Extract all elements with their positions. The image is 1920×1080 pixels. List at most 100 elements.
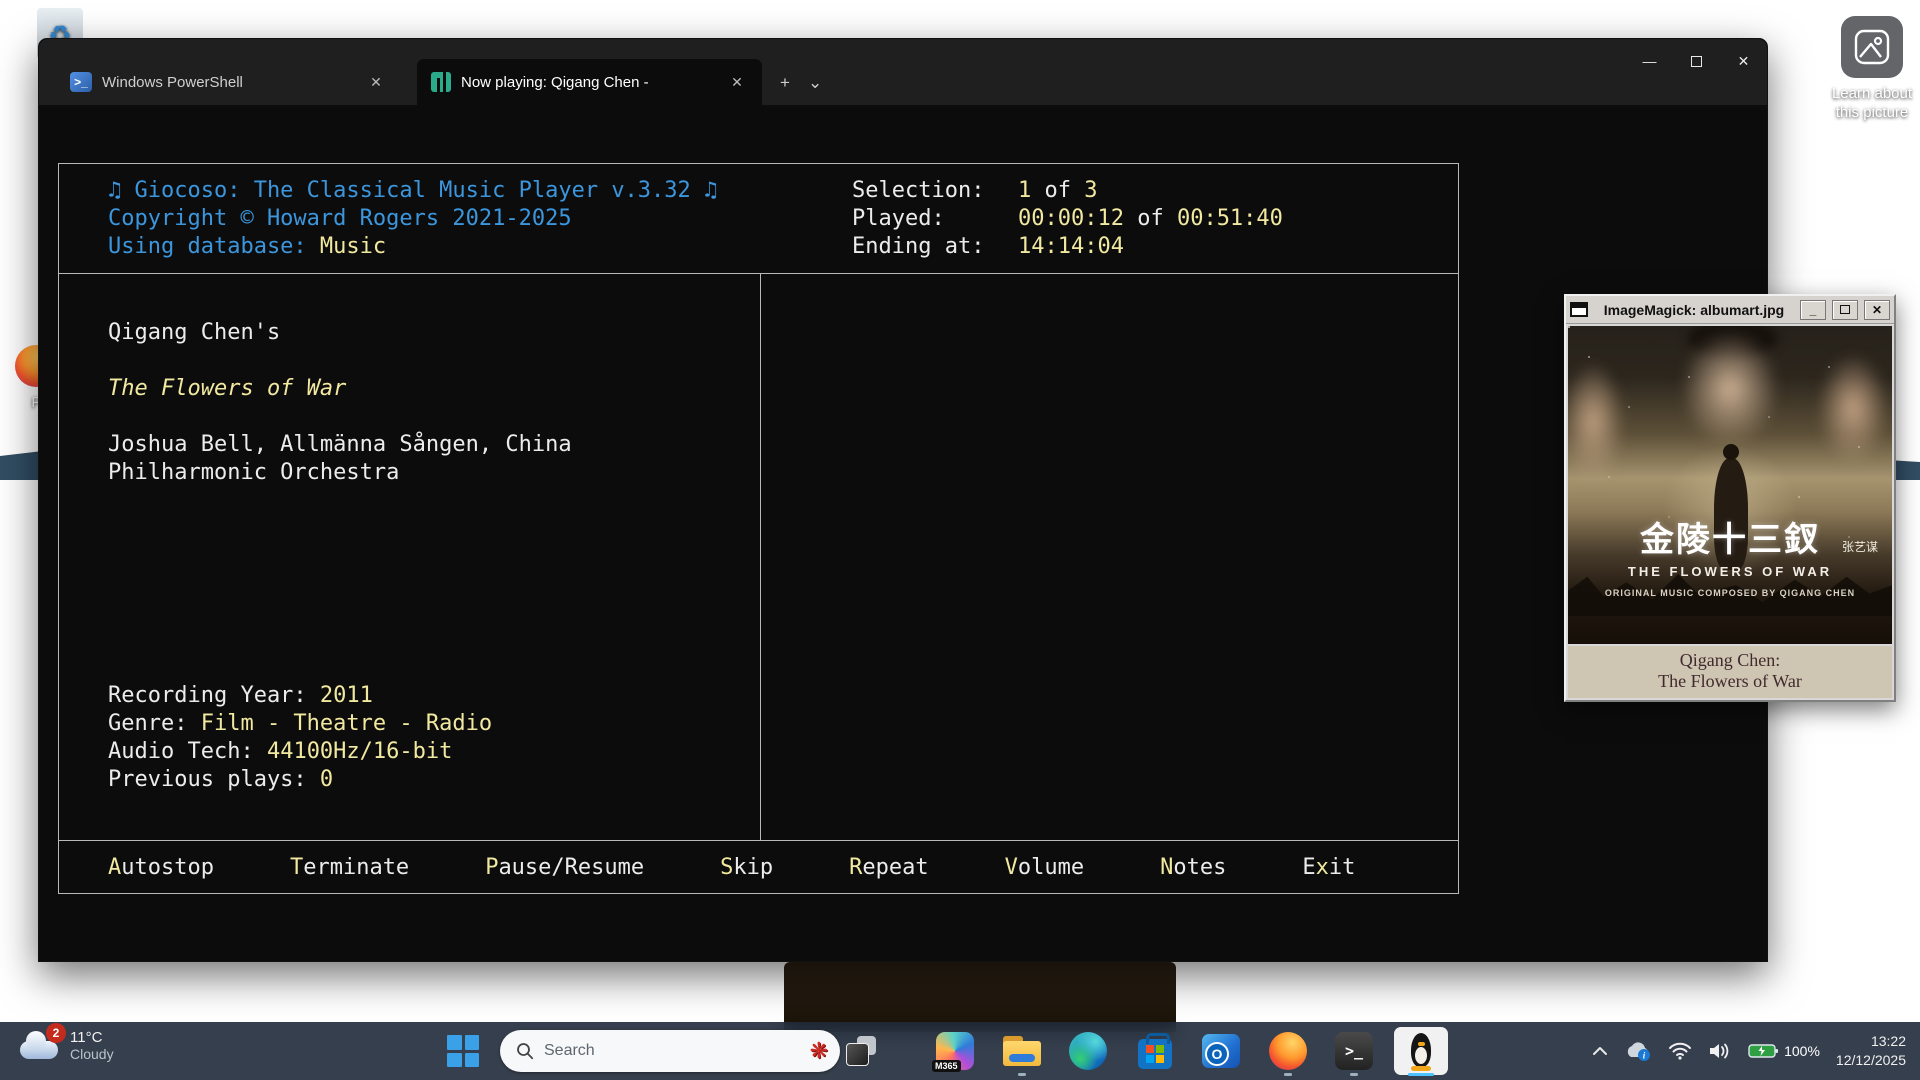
- imagemagick-window: ImageMagick: albumart.jpg _ ✕ 金陵十三釵 张艺谋 …: [1564, 294, 1896, 702]
- track-metadata: Recording Year: 2011Genre: Film - Theatr…: [108, 682, 492, 794]
- tab-windows-powershell[interactable]: >_ Windows PowerShell ✕: [56, 59, 401, 105]
- microsoft-store-icon: [1138, 1039, 1172, 1069]
- tab-title: Now playing: Qigang Chen -: [461, 74, 649, 91]
- close-button[interactable]: ✕: [1720, 39, 1767, 83]
- volume-icon[interactable]: [1708, 1042, 1732, 1060]
- active-indicator-linux: [1408, 1073, 1434, 1076]
- menu-pauseresume[interactable]: Pause/Resume: [485, 854, 644, 882]
- poster-credit: ORIGINAL MUSIC COMPOSED BY QIGANG CHEN: [1568, 588, 1892, 598]
- menu-volume[interactable]: Volume: [1005, 854, 1084, 882]
- console-area: ♫ Giocoso: The Classical Music Player v.…: [39, 105, 1767, 961]
- played-value: 00:00:12 of 00:51:40: [1018, 205, 1283, 233]
- composer-line: Qigang Chen's: [108, 319, 280, 347]
- notification-badge: 2: [46, 1023, 66, 1043]
- menu-repeat[interactable]: Repeat: [849, 854, 928, 882]
- giocoso-tab-icon: [431, 72, 451, 92]
- system-tray: i 100% 13:22 12/12/2025: [1592, 1022, 1920, 1080]
- tray-date: 12/12/2025: [1836, 1051, 1906, 1070]
- maximize-button[interactable]: [1673, 39, 1720, 83]
- selection-label: Selection:: [852, 177, 1018, 205]
- album-caption: Qigang Chen: The Flowers of War: [1568, 646, 1892, 698]
- outlook-icon: [1202, 1034, 1240, 1068]
- taskbar-edge[interactable]: [1068, 1031, 1108, 1071]
- ending-value: 14:14:04: [1018, 233, 1283, 261]
- task-view-button[interactable]: [841, 1031, 881, 1071]
- clock[interactable]: 13:22 12/12/2025: [1836, 1032, 1906, 1070]
- running-indicator-terminal: [1350, 1073, 1358, 1076]
- imagemagick-maximize-button[interactable]: [1832, 300, 1858, 320]
- firefox-icon: [1269, 1032, 1307, 1070]
- poster-director: 张艺谋: [1842, 538, 1878, 555]
- pane-divider: [760, 273, 761, 840]
- menu-skip[interactable]: Skip: [720, 854, 773, 882]
- menu-terminate[interactable]: Terminate: [290, 854, 409, 882]
- header-separator: [59, 273, 1458, 274]
- window-controls: — ✕: [1626, 39, 1767, 83]
- maximize-icon: [1691, 56, 1702, 67]
- player-header-left: ♫ Giocoso: The Classical Music Player v.…: [108, 177, 717, 261]
- player-database-line: Using database: Music: [108, 233, 717, 261]
- learn-about-label: Learn about this picture: [1832, 84, 1912, 122]
- taskbar-outlook[interactable]: [1201, 1031, 1241, 1071]
- onedrive-icon[interactable]: i: [1624, 1041, 1652, 1061]
- weather-condition: Cloudy: [70, 1046, 114, 1062]
- wifi-icon[interactable]: [1668, 1042, 1692, 1060]
- poster-english-title: THE FLOWERS OF WAR: [1568, 564, 1892, 579]
- running-indicator-firefox: [1284, 1073, 1292, 1076]
- battery-icon: [1748, 1043, 1778, 1059]
- player-copyright: Copyright © Howard Rogers 2021-2025: [108, 205, 717, 233]
- meta-row: Audio Tech: 44100Hz/16-bit: [108, 738, 492, 766]
- desktop-icon-learn-about-picture[interactable]: Learn about this picture: [1812, 16, 1920, 122]
- search-box[interactable]: Search ❋: [500, 1030, 840, 1072]
- file-explorer-icon: [1003, 1036, 1041, 1066]
- search-icon: [516, 1042, 534, 1060]
- new-tab-button[interactable]: +: [780, 73, 790, 93]
- weather-temp: 11°C: [70, 1029, 114, 1046]
- terminal-window: >_ Windows PowerShell ✕ Now playing: Qig…: [38, 38, 1768, 962]
- powershell-icon: >_: [70, 72, 92, 92]
- battery-status[interactable]: 100%: [1748, 1043, 1820, 1059]
- album-art: 金陵十三釵 张艺谋 THE FLOWERS OF WAR ORIGINAL MU…: [1568, 326, 1892, 644]
- poinsettia-icon: ❋: [810, 1040, 828, 1062]
- weather-widget[interactable]: 2 11°C Cloudy: [18, 1029, 114, 1062]
- menu-autostop[interactable]: Autostop: [108, 854, 214, 882]
- menu-notes[interactable]: Notes: [1160, 854, 1226, 882]
- meta-row: Previous plays: 0: [108, 766, 492, 794]
- imagemagick-window-icon: [1570, 302, 1588, 317]
- taskbar-file-explorer[interactable]: [1002, 1031, 1042, 1071]
- taskbar-linux-active[interactable]: [1394, 1027, 1448, 1075]
- terminal-icon: >_: [1335, 1032, 1373, 1070]
- start-button[interactable]: [443, 1031, 483, 1071]
- taskbar-terminal[interactable]: >_: [1334, 1031, 1374, 1071]
- terminal-tabbar: >_ Windows PowerShell ✕ Now playing: Qig…: [39, 39, 1767, 105]
- minimize-button[interactable]: —: [1626, 39, 1673, 83]
- tab-close-icon[interactable]: ✕: [726, 71, 748, 93]
- played-label: Played:: [852, 205, 1018, 233]
- taskbar-m365-copilot[interactable]: M365: [935, 1031, 975, 1071]
- taskbar: 2 11°C Cloudy Search ❋ M365 >_ i: [0, 1022, 1920, 1080]
- player-menu: Autostop Terminate Pause/Resume Skip Repeat V…: [59, 841, 1458, 895]
- menu-exit[interactable]: Exit: [1302, 854, 1355, 882]
- player-header-right: Selection: 1 of 3 Played: 00:00:12 of 00…: [852, 177, 1283, 261]
- imagemagick-close-button[interactable]: ✕: [1864, 300, 1890, 320]
- taskbar-firefox[interactable]: [1268, 1031, 1308, 1071]
- imagemagick-titlebar[interactable]: ImageMagick: albumart.jpg _ ✕: [1566, 296, 1894, 324]
- meta-row: Recording Year: 2011: [108, 682, 492, 710]
- tab-title: Windows PowerShell: [102, 74, 243, 91]
- tab-now-playing[interactable]: Now playing: Qigang Chen - ✕: [417, 59, 762, 105]
- tray-overflow-chevron-icon[interactable]: [1592, 1046, 1608, 1056]
- weather-cloud-icon: 2: [18, 1031, 60, 1061]
- tab-dropdown-icon[interactable]: ⌄: [808, 73, 822, 93]
- edge-icon: [1069, 1032, 1107, 1070]
- windows-logo-icon: [447, 1035, 479, 1067]
- tux-penguin-icon: [1408, 1033, 1434, 1069]
- imagemagick-title: ImageMagick: albumart.jpg: [1594, 302, 1794, 318]
- maximize-icon: [1840, 305, 1850, 314]
- ending-label: Ending at:: [852, 233, 1018, 261]
- imagemagick-minimize-button[interactable]: _: [1800, 300, 1826, 320]
- meta-row: Genre: Film - Theatre - Radio: [108, 710, 492, 738]
- giocoso-frame: ♫ Giocoso: The Classical Music Player v.…: [58, 163, 1459, 894]
- player-title: ♫ Giocoso: The Classical Music Player v.…: [108, 177, 717, 205]
- taskbar-store[interactable]: [1135, 1031, 1175, 1071]
- tab-close-icon[interactable]: ✕: [365, 71, 387, 93]
